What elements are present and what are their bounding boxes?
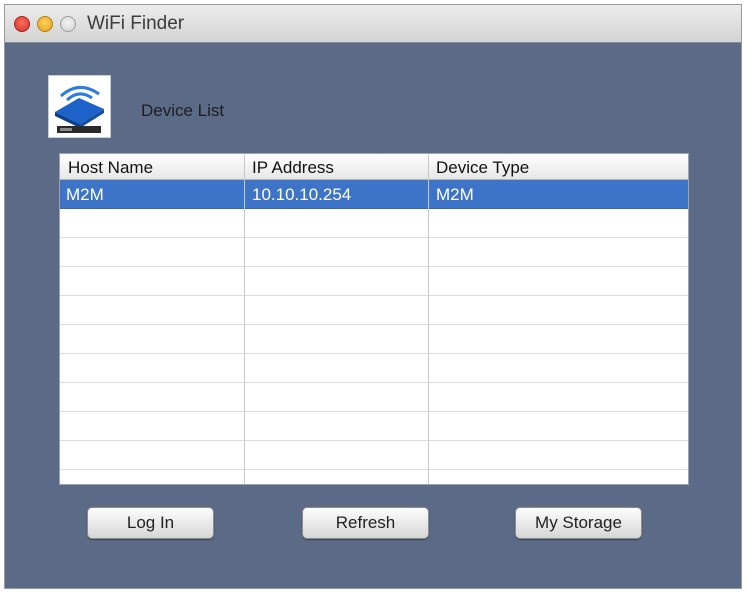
host-name-cell: M2M — [66, 185, 104, 204]
device-table[interactable]: Host Name IP Address Device Type M2M 10.… — [59, 153, 689, 485]
table-row[interactable]: M2M 10.10.10.254 M2M — [60, 180, 688, 209]
close-window-button[interactable] — [14, 16, 30, 32]
wifi-drive-icon — [48, 75, 111, 138]
ip-address-cell: 10.10.10.254 — [252, 185, 352, 204]
empty-table-row[interactable] — [60, 383, 688, 412]
device-type-cell: M2M — [436, 185, 474, 204]
column-header-host-name[interactable]: Host Name — [68, 158, 153, 178]
my-storage-button[interactable]: My Storage — [515, 507, 642, 539]
empty-table-row[interactable] — [60, 441, 688, 470]
device-list-label: Device List — [141, 101, 225, 120]
wifi-finder-window: WiFi Finder Device List Host Name IP Add… — [4, 4, 742, 589]
empty-table-row[interactable] — [60, 209, 688, 238]
minimize-window-button[interactable] — [37, 16, 53, 32]
zoom-window-button[interactable] — [60, 16, 76, 32]
title-bar[interactable]: WiFi Finder — [5, 5, 741, 43]
empty-table-row[interactable] — [60, 296, 688, 325]
empty-table-row[interactable] — [60, 354, 688, 383]
refresh-button[interactable]: Refresh — [302, 507, 429, 539]
empty-table-row[interactable] — [60, 325, 688, 354]
column-header-ip-address[interactable]: IP Address — [252, 158, 334, 178]
column-header-device-type[interactable]: Device Type — [436, 158, 529, 178]
table-header: Host Name IP Address Device Type — [60, 154, 688, 180]
log-in-button[interactable]: Log In — [87, 507, 214, 539]
column-divider — [244, 154, 245, 484]
column-divider — [428, 154, 429, 484]
empty-table-row[interactable] — [60, 238, 688, 267]
window-title: WiFi Finder — [87, 13, 185, 34]
empty-table-row[interactable] — [60, 412, 688, 441]
empty-table-row[interactable] — [60, 267, 688, 296]
